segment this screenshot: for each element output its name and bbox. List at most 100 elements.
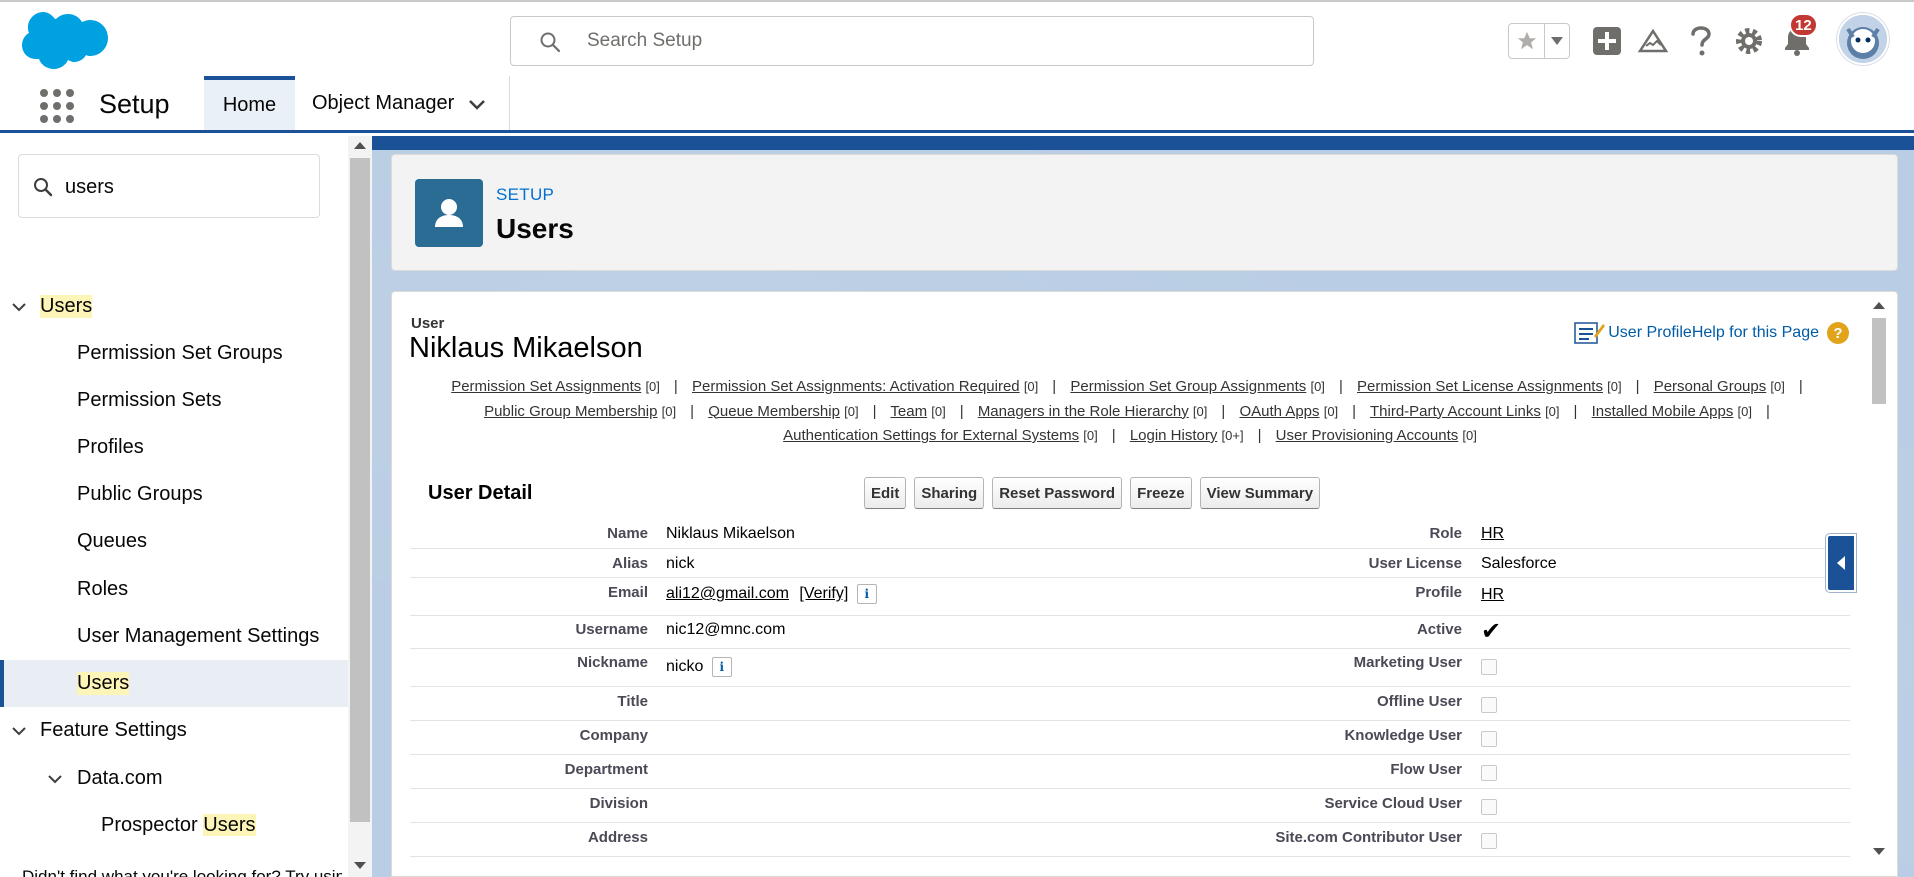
related-link[interactable]: Permission Set License Assignments (1357, 378, 1603, 395)
related-link-count: [0] (661, 403, 677, 419)
star-icon (1517, 31, 1536, 50)
related-links: Permission Set Assignments [0] | Permissi… (451, 378, 1803, 444)
scroll-down-arrow-icon[interactable] (1873, 848, 1885, 855)
flow-user-checkbox (1481, 765, 1497, 786)
related-link[interactable]: Permission Set Group Assignments (1070, 378, 1306, 395)
scrollbar-thumb[interactable] (350, 158, 370, 822)
related-link[interactable]: Public Group Membership (484, 403, 657, 420)
verify-link[interactable]: [Verify] (799, 585, 848, 602)
field-label: Flow User (1390, 761, 1462, 778)
table-row: Email ali12@gmail.com [Verify] i Profile… (410, 578, 1850, 616)
sidebar-scrollbar[interactable] (348, 136, 372, 877)
field-label: Division (589, 795, 648, 812)
related-link[interactable]: Third-Party Account Links (1370, 403, 1541, 420)
scrollbar-thumb[interactable] (1872, 318, 1886, 404)
app-launcher-button[interactable] (40, 89, 74, 123)
tree-item-prospector-users[interactable]: Prospector Users (0, 802, 348, 849)
field-label: Name (607, 525, 648, 542)
scroll-up-arrow-icon[interactable] (354, 142, 366, 149)
field-label: Role (1429, 525, 1462, 542)
panel-toggle-button[interactable] (1826, 534, 1856, 592)
tree-item-users-group[interactable]: Users (0, 283, 348, 330)
trailhead-button[interactable] (1636, 24, 1670, 58)
related-link[interactable]: Personal Groups (1654, 378, 1767, 395)
user-profile-link[interactable]: User Profile (1608, 324, 1692, 342)
field-label: Email (607, 584, 648, 601)
notifications-badge: 12 (1789, 13, 1818, 37)
tab-home[interactable]: Home (204, 76, 295, 130)
field-label: Service Cloud User (1324, 795, 1462, 812)
tree-item-permission-set-groups[interactable]: Permission Set Groups (0, 330, 348, 377)
help-button[interactable] (1684, 24, 1718, 58)
freeze-button[interactable]: Freeze (1130, 477, 1192, 509)
tree-item-public-groups[interactable]: Public Groups (0, 471, 348, 518)
favorite-star-button[interactable] (1509, 24, 1545, 58)
related-link-count: [0] (1737, 403, 1753, 419)
chevron-down-icon[interactable] (10, 722, 28, 740)
global-search-input[interactable] (587, 27, 1287, 55)
setup-gear-button[interactable] (1732, 24, 1766, 58)
tree-item-permission-sets[interactable]: Permission Sets (0, 377, 348, 424)
plus-icon (1593, 27, 1621, 55)
scroll-down-arrow-icon[interactable] (354, 862, 366, 869)
email-link[interactable]: ali12@gmail.com (666, 585, 789, 602)
field-label: Alias (612, 555, 648, 572)
field-label: Offline User (1376, 693, 1462, 710)
view-summary-button[interactable]: View Summary (1199, 477, 1321, 509)
table-row: Company Knowledge User (410, 721, 1850, 755)
related-link[interactable]: Authentication Settings for External Sys… (783, 427, 1079, 444)
global-actions-button[interactable] (1590, 24, 1624, 58)
tree-item-label: Users (77, 672, 130, 695)
reset-password-button[interactable]: Reset Password (992, 477, 1123, 509)
chevron-down-icon[interactable] (468, 99, 486, 111)
quick-find-box[interactable] (18, 154, 320, 218)
info-icon[interactable]: i (856, 584, 877, 604)
related-link[interactable]: Queue Membership (708, 403, 840, 420)
field-label: Nickname (577, 654, 648, 671)
related-link[interactable]: Team (890, 403, 927, 420)
field-label: Knowledge User (1344, 727, 1462, 744)
sharing-button[interactable]: Sharing (914, 477, 985, 509)
related-link[interactable]: Managers in the Role Hierarchy (978, 403, 1189, 420)
info-icon[interactable]: i (711, 657, 732, 677)
profile-link[interactable]: HR (1481, 586, 1504, 604)
related-link[interactable]: Permission Set Assignments (451, 378, 641, 395)
tree-item-queues[interactable]: Queues (0, 518, 348, 565)
tree-item-user-management-settings[interactable]: User Management Settings (0, 613, 348, 660)
related-link[interactable]: Installed Mobile Apps (1592, 403, 1734, 420)
tab-object-manager[interactable]: Object Manager (312, 76, 510, 130)
tree-item-label-highlight: Users (203, 814, 256, 836)
tree-item-data-com[interactable]: Data.com (0, 755, 348, 802)
role-link[interactable]: HR (1481, 525, 1504, 543)
user-avatar[interactable] (1837, 13, 1889, 65)
card-scrollbar[interactable] (1869, 296, 1889, 862)
caret-down-icon (1551, 37, 1563, 45)
related-link[interactable]: OAuth Apps (1239, 403, 1319, 420)
tree-item-profiles[interactable]: Profiles (0, 424, 348, 471)
chevron-down-icon[interactable] (46, 770, 64, 788)
tree-item-users[interactable]: Users (0, 660, 348, 707)
related-link-count: [0] (1083, 428, 1098, 443)
related-link[interactable]: User Provisioning Accounts (1276, 427, 1459, 444)
table-row: Title Offline User (410, 687, 1850, 721)
help-for-page-link[interactable]: Help for this Page (1692, 324, 1819, 342)
scroll-up-arrow-icon[interactable] (1873, 302, 1885, 309)
help-question-icon[interactable]: ? (1827, 322, 1849, 344)
context-nav-bar: Setup Home Object Manager (0, 76, 1914, 133)
edit-button[interactable]: Edit (864, 477, 907, 509)
field-value: ali12@gmail.com [Verify] i (666, 584, 877, 604)
salesforce-logo[interactable] (19, 10, 109, 72)
tree-item-label: User Management Settings (77, 625, 320, 647)
tree-item-feature-settings[interactable]: Feature Settings (0, 707, 348, 754)
global-search[interactable] (510, 16, 1314, 66)
field-value: nic12@mnc.com (666, 621, 786, 638)
tree-item-roles[interactable]: Roles (0, 566, 348, 613)
related-link[interactable]: Login History (1130, 427, 1218, 444)
field-value: nick (666, 555, 695, 572)
chevron-down-icon[interactable] (10, 298, 28, 316)
detail-button-row: Edit Sharing Reset Password Freeze View … (864, 477, 1321, 509)
quick-find-input[interactable] (65, 173, 305, 201)
favorites-list-button[interactable] (1545, 24, 1569, 58)
related-link[interactable]: Permission Set Assignments: Activation R… (692, 378, 1020, 395)
tree-item-label: Roles (77, 578, 129, 600)
